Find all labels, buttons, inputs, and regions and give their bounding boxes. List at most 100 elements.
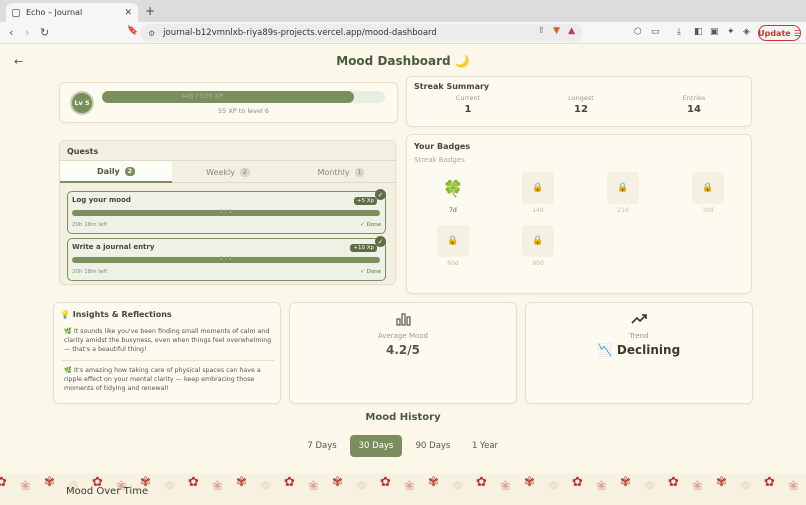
close-tab-icon[interactable]: ✕ — [124, 8, 132, 18]
lock-icon: 🔒 — [522, 172, 554, 204]
new-tab-button[interactable]: + — [145, 4, 155, 18]
flower-icon: ❀ — [788, 479, 799, 494]
flower-icon: ❀ — [308, 479, 319, 494]
streak-entries-value: 14 — [687, 104, 701, 115]
badge-90d[interactable]: 🔒 90d — [522, 225, 554, 267]
badge-label: 60d — [447, 260, 459, 267]
extensions-icon[interactable]: ⬡ — [634, 27, 642, 37]
tab-monthly[interactable]: Monthly 1 — [285, 161, 397, 183]
browser-toolbar: ‹ › ↻ 🔖 ⚙ journal-b12vmnlxb-riya89s-proj… — [0, 22, 806, 44]
clover-icon: 🍀 — [443, 178, 463, 198]
brave-shield-icon[interactable]: ▼ — [553, 26, 560, 36]
badge-30d[interactable]: 🔒 30d — [692, 172, 724, 214]
lock-icon: 🔒 — [522, 225, 554, 257]
streak-current-value: 1 — [464, 104, 472, 115]
streak-longest-label: Longest — [568, 94, 594, 102]
flower-icon: ❁ — [452, 479, 463, 494]
flower-icon: ❁ — [644, 479, 655, 494]
streak-summary-title: Streak Summary — [414, 82, 490, 91]
quest-item[interactable]: Log your mood +5 Xp ✓ 1 / 1 20h 18m left… — [67, 189, 386, 234]
range-7-days-button[interactable]: 7 Days — [303, 435, 341, 457]
sidebar-icon[interactable]: ◧ — [694, 27, 703, 37]
average-mood-value: 4.2/5 — [386, 343, 420, 357]
reader-icon[interactable]: ▭ — [651, 27, 660, 37]
back-nav-icon[interactable]: ‹ — [9, 26, 13, 39]
flower-icon: ✿ — [572, 475, 583, 490]
streak-current: Current 1 — [423, 94, 513, 115]
streak-longest: Longest 12 — [536, 94, 626, 115]
streak-entries-label: Entries — [682, 94, 706, 102]
rewards-icon[interactable]: ▲ — [568, 26, 575, 36]
page-content: ← Mood Dashboard 🌙 Lv 5 445 / 500 XP 55 … — [0, 45, 806, 505]
insights-card: 💡 Insights & Reflections 🌿 It sounds lik… — [53, 302, 281, 404]
quest-name: Log your mood — [72, 196, 131, 204]
badge-label: 14d — [532, 207, 544, 214]
site-settings-icon[interactable]: ⚙ — [148, 29, 155, 38]
mood-over-time-heading: Mood Over Time — [66, 486, 149, 497]
quests-card: Quests Daily 2 Weekly 2 Monthly 1 Log yo… — [59, 140, 397, 285]
tab-weekly-label: Weekly — [206, 167, 236, 177]
quest-item[interactable]: Write a journal entry +10 Xp ✓ 1 / 1 20h… — [67, 236, 386, 281]
address-bar[interactable]: ⚙ journal-b12vmnlxb-riya89s-projects.ver… — [140, 24, 583, 42]
flower-icon: ❀ — [404, 479, 415, 494]
flower-icon: ✿ — [476, 475, 487, 490]
url-text: journal-b12vmnlxb-riya89s-projects.verce… — [163, 28, 437, 38]
range-1-year-button[interactable]: 1 Year — [464, 435, 506, 457]
check-icon: ✓ — [375, 236, 386, 247]
lock-icon: 🔒 — [437, 225, 469, 257]
update-button[interactable]: Update ☰ — [758, 25, 801, 41]
quests-title: Quests — [67, 147, 99, 156]
leo-ai-icon[interactable]: ✦ — [727, 27, 735, 37]
quest-time-left: 20h 18m left — [72, 222, 108, 228]
lock-icon: 🔒 — [692, 172, 724, 204]
tab-weekly-count: 2 — [240, 167, 250, 177]
forward-nav-icon[interactable]: › — [25, 26, 29, 39]
flower-icon: ❀ — [596, 479, 607, 494]
insight-text: 🌿 It's amazing how taking care of physic… — [64, 367, 261, 392]
flower-icon: ✿ — [284, 475, 295, 490]
flower-icon: ❀ — [500, 479, 511, 494]
average-mood-card: Average Mood 4.2/5 — [289, 302, 517, 404]
reload-icon[interactable]: ↻ — [40, 26, 49, 39]
badges-title: Your Badges — [414, 142, 471, 151]
quest-status: ✓ Done — [360, 222, 381, 228]
vpn-icon[interactable]: ◈ — [743, 27, 750, 37]
flower-icon: ❁ — [548, 479, 559, 494]
xp-to-next-level: 55 XP to level 6 — [217, 107, 270, 115]
badge-label: 7d — [449, 207, 457, 214]
streak-entries: Entries 14 — [649, 94, 739, 115]
lock-icon: 🔒 — [607, 172, 639, 204]
share-icon[interactable]: ⇧ — [538, 26, 546, 36]
tab-daily-count: 2 — [124, 166, 135, 176]
insights-title: 💡 Insights & Reflections — [60, 310, 172, 319]
flower-icon: ✿ — [764, 475, 775, 490]
badge-21d[interactable]: 🔒 21d — [607, 172, 639, 214]
menu-icon: ☰ — [793, 28, 801, 38]
trend-up-icon — [526, 310, 752, 329]
favicon-icon — [12, 8, 20, 17]
quest-status: ✓ Done — [360, 269, 381, 275]
tab-daily-label: Daily — [97, 166, 120, 176]
range-90-days-button[interactable]: 90 Days — [411, 435, 455, 457]
tab-weekly[interactable]: Weekly 2 — [172, 161, 284, 183]
badge-7d[interactable]: 🍀 7d — [437, 172, 469, 215]
browser-tab[interactable]: Echo – Journal ✕ — [6, 3, 138, 22]
bookmark-icon[interactable]: 🔖 — [127, 26, 138, 36]
level-card: Lv 5 445 / 500 XP 55 XP to level 6 — [59, 82, 398, 123]
badges-card: Your Badges Streak Badges 🍀 7d 🔒 14d 🔒 2… — [406, 134, 752, 294]
flower-icon: ✿ — [380, 475, 391, 490]
flower-icon: ✿ — [0, 475, 7, 490]
quest-xp-badge: +10 Xp — [350, 244, 377, 252]
range-30-days-button[interactable]: 30 Days — [350, 435, 402, 457]
page-title: Mood Dashboard 🌙 — [336, 54, 470, 68]
tab-daily[interactable]: Daily 2 — [60, 161, 172, 183]
tab-monthly-count: 1 — [354, 167, 365, 177]
flower-icon: ❀ — [212, 479, 223, 494]
badge-60d[interactable]: 🔒 60d — [437, 225, 469, 267]
quest-progress-text: 1 / 1 — [219, 209, 233, 215]
wallet-icon[interactable]: ▣ — [710, 27, 719, 37]
bar-chart-icon — [290, 311, 516, 330]
quest-time-left: 20h 18m left — [72, 269, 108, 275]
download-icon[interactable]: ⤓ — [677, 27, 681, 37]
badge-14d[interactable]: 🔒 14d — [522, 172, 554, 214]
